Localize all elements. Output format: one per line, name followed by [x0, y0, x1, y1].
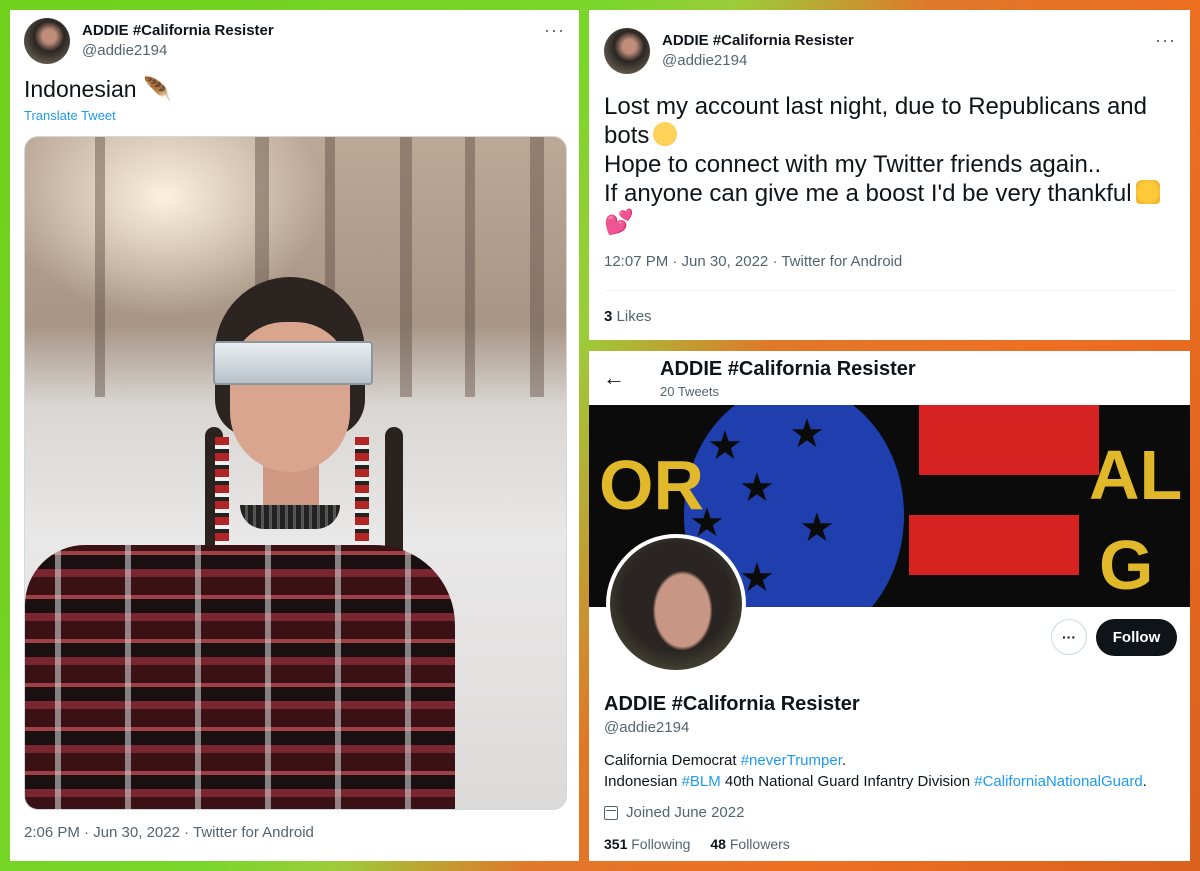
following-count: 351: [604, 836, 628, 852]
profile-header-title: ADDIE #California Resister: [660, 358, 916, 380]
tweet-text: Lost my account last night, due to Repub…: [604, 92, 1179, 237]
tweet-timestamp[interactable]: 12:07 PM · Jun 30, 2022 · Twitter for An…: [604, 253, 902, 270]
tweet-header: ADDIE #California Resister @addie2194: [604, 28, 854, 74]
hashtag-link[interactable]: #neverTrumper: [741, 752, 842, 769]
avatar[interactable]: [604, 28, 650, 74]
photo-headband: [213, 341, 373, 385]
bio-text: 40th National Guard Infantry Division: [720, 773, 975, 790]
banner-letters: G: [1099, 526, 1154, 604]
tweet-text: Indonesian 🪶: [24, 76, 172, 103]
tweet-card-text: ADDIE #California Resister @addie2194 ··…: [589, 10, 1190, 340]
tweet-line: bots: [604, 121, 1179, 150]
more-options-icon[interactable]: ···: [1051, 619, 1087, 655]
photo-earring: [355, 437, 369, 557]
star-icon: ★: [799, 506, 835, 550]
star-icon: ★: [739, 466, 775, 510]
follow-stats: 351 Following 48 Followers: [604, 836, 790, 852]
hashtag-link[interactable]: #BLM: [682, 773, 721, 790]
tweet-card-photo: ADDIE #California Resister @addie2194 ··…: [10, 10, 579, 861]
bio-line: Indonesian #BLM 40th National Guard Infa…: [604, 771, 1179, 792]
profile-bio: California Democrat #neverTrumper. Indon…: [604, 750, 1179, 792]
star-icon: ★: [707, 424, 743, 468]
banner-red-stripe: [919, 405, 1099, 475]
bio-text: California Democrat: [604, 752, 741, 769]
more-options-icon[interactable]: ···: [544, 20, 565, 41]
photo-tree: [530, 137, 544, 397]
translate-tweet-link[interactable]: Translate Tweet: [24, 108, 116, 123]
hashtag-link[interactable]: #CaliforniaNationalGuard: [974, 773, 1142, 790]
user-handle[interactable]: @addie2194: [82, 41, 274, 61]
banner-red-stripe: [909, 515, 1079, 575]
praying-hands-emoji-icon: [1135, 180, 1160, 204]
feather-icon: 🪶: [142, 76, 172, 102]
photo-earring: [215, 437, 229, 557]
bio-line: California Democrat #neverTrumper.: [604, 750, 1179, 771]
tweet-line-text: bots: [604, 122, 650, 149]
eye-roll-emoji-icon: [653, 122, 678, 146]
follow-button[interactable]: Follow: [1096, 619, 1177, 656]
tweet-timestamp[interactable]: 2:06 PM · Jun 30, 2022 · Twitter for And…: [24, 824, 314, 841]
profile-card: ← ADDIE #California Resister 20 Tweets O…: [589, 351, 1190, 861]
following-link[interactable]: 351 Following: [604, 836, 690, 852]
back-arrow-icon[interactable]: ←: [603, 365, 625, 391]
avatar[interactable]: [24, 18, 70, 64]
profile-handle: @addie2194: [604, 719, 690, 736]
likes-count[interactable]: 3 Likes: [604, 308, 652, 325]
calendar-icon: [604, 805, 618, 820]
bio-text: .: [1142, 773, 1147, 790]
joined-text: Joined June 2022: [626, 804, 745, 821]
tweet-text-body: Indonesian: [24, 76, 137, 102]
followers-count: 48: [710, 836, 726, 852]
tweet-line-text: If anyone can give me a boost I'd be ver…: [604, 180, 1132, 207]
photo-shawl: [25, 545, 455, 809]
display-name[interactable]: ADDIE #California Resister: [662, 31, 854, 51]
tweet-line: 💕: [604, 208, 1179, 237]
photo-tree: [95, 137, 105, 397]
photo-tree: [400, 137, 412, 397]
banner-letters: AL: [1089, 436, 1183, 514]
display-name[interactable]: ADDIE #California Resister: [82, 21, 274, 41]
profile-avatar[interactable]: [606, 534, 746, 674]
tweet-line: Lost my account last night, due to Repub…: [604, 93, 1147, 120]
tweet-photo[interactable]: [24, 136, 567, 810]
more-options-icon[interactable]: ···: [1155, 30, 1176, 51]
user-handle[interactable]: @addie2194: [662, 51, 854, 71]
followers-link[interactable]: 48 Followers: [710, 836, 789, 852]
likes-number: 3: [604, 308, 613, 325]
bio-text: Indonesian: [604, 773, 682, 790]
tweet-line: Hope to connect with my Twitter friends …: [604, 151, 1102, 178]
hearts-emoji-icon: 💕: [604, 209, 634, 236]
likes-label: Likes: [616, 308, 652, 325]
divider: [604, 290, 1175, 291]
followers-label: Followers: [729, 836, 790, 852]
tweet-count: 20 Tweets: [660, 384, 720, 399]
bio-text: .: [841, 752, 847, 769]
photo-necklace: [240, 505, 340, 529]
joined-date: Joined June 2022: [604, 804, 744, 821]
star-icon: ★: [789, 412, 825, 456]
tweet-header: ADDIE #California Resister @addie2194: [24, 18, 274, 64]
profile-name: ADDIE #California Resister: [604, 693, 860, 715]
following-label: Following: [631, 836, 691, 852]
photo-tree: [465, 137, 475, 397]
tweet-line: If anyone can give me a boost I'd be ver…: [604, 179, 1179, 208]
